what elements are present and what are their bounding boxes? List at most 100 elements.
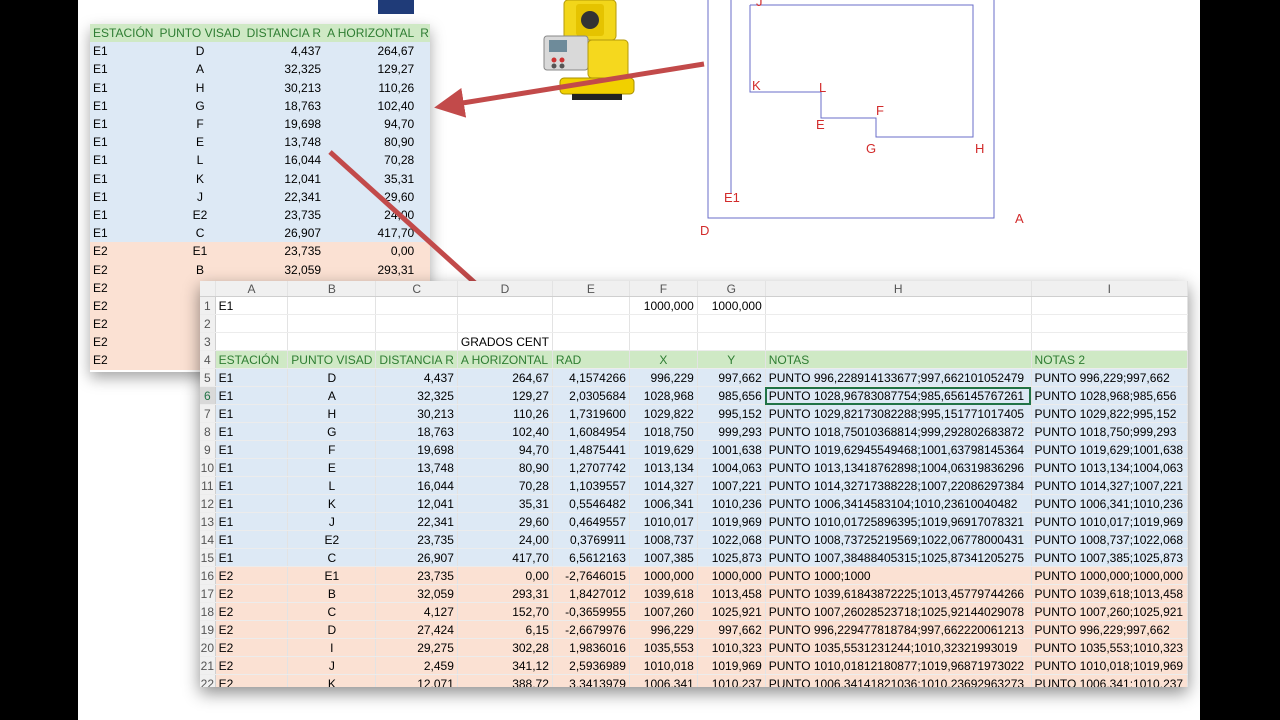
cell-c1[interactable] bbox=[375, 296, 458, 315]
cell[interactable] bbox=[552, 332, 630, 351]
cell-c[interactable]: 23,735 bbox=[375, 530, 458, 549]
cell-f[interactable]: 1007,385 bbox=[629, 548, 698, 567]
cell-g[interactable]: 1025,921 bbox=[697, 602, 766, 621]
cell-h[interactable]: PUNTO 1000;1000 bbox=[765, 566, 1032, 585]
column-header-c[interactable]: C bbox=[375, 281, 458, 297]
header-x[interactable]: X bbox=[629, 350, 698, 369]
cell-h[interactable]: PUNTO 1029,82173082288;995,151771017405 bbox=[765, 404, 1032, 423]
cell-i[interactable]: PUNTO 1008,737;1022,068 bbox=[1031, 530, 1188, 549]
cell-i1[interactable] bbox=[1031, 296, 1188, 315]
cell[interactable] bbox=[1031, 314, 1188, 333]
row-number[interactable]: 4 bbox=[200, 350, 216, 369]
cell-h[interactable]: PUNTO 1008,73725219569;1022,06778000431 bbox=[765, 530, 1032, 549]
cell-g[interactable]: 1013,458 bbox=[697, 584, 766, 603]
cell-h[interactable]: PUNTO 1013,13418762898;1004,06319836296 bbox=[765, 458, 1032, 477]
cell-e[interactable]: 0,4649557 bbox=[552, 512, 630, 531]
cell-e1[interactable] bbox=[552, 296, 630, 315]
row-number[interactable]: 18 bbox=[200, 602, 216, 621]
cell-h[interactable]: PUNTO 996,229477818784;997,662220061213 bbox=[765, 620, 1032, 639]
cell-a[interactable]: E1 bbox=[215, 512, 289, 531]
row-number[interactable]: 2 bbox=[200, 314, 216, 333]
cell-a[interactable]: E1 bbox=[215, 494, 289, 513]
row-number[interactable]: 8 bbox=[200, 422, 216, 441]
cell-c[interactable]: 12,071 bbox=[375, 674, 458, 687]
cell-f[interactable]: 996,229 bbox=[629, 620, 698, 639]
cell[interactable] bbox=[457, 314, 553, 333]
cell-i[interactable]: PUNTO 1014,327;1007,221 bbox=[1031, 476, 1188, 495]
cell-a[interactable]: E2 bbox=[215, 620, 289, 639]
cell-b[interactable]: D bbox=[287, 368, 377, 387]
cell-f1[interactable]: 1000,000 bbox=[629, 296, 698, 315]
cell-c[interactable]: 32,059 bbox=[375, 584, 458, 603]
cell-g1[interactable]: 1000,000 bbox=[697, 296, 766, 315]
cell-g[interactable]: 999,293 bbox=[697, 422, 766, 441]
cell-b[interactable]: L bbox=[287, 476, 377, 495]
cell-e[interactable]: 2,5936989 bbox=[552, 656, 630, 675]
cell-f[interactable]: 1035,553 bbox=[629, 638, 698, 657]
cell[interactable] bbox=[375, 332, 458, 351]
cell-a[interactable]: E1 bbox=[215, 422, 289, 441]
cell-g[interactable]: 995,152 bbox=[697, 404, 766, 423]
cell-b[interactable]: K bbox=[287, 674, 377, 687]
row-number[interactable]: 13 bbox=[200, 512, 216, 531]
cell[interactable] bbox=[215, 332, 289, 351]
cell-f[interactable]: 1008,737 bbox=[629, 530, 698, 549]
header-rad[interactable]: RAD bbox=[552, 350, 630, 369]
cell-d[interactable]: 302,28 bbox=[457, 638, 553, 657]
cell-e[interactable]: 1,4875441 bbox=[552, 440, 630, 459]
cell-i[interactable]: PUNTO 1006,341;1010,236 bbox=[1031, 494, 1188, 513]
cell-d[interactable]: 264,67 bbox=[457, 368, 553, 387]
cell-b[interactable]: H bbox=[287, 404, 377, 423]
row-number[interactable]: 19 bbox=[200, 620, 216, 639]
cell-b[interactable]: K bbox=[287, 494, 377, 513]
cell-d[interactable]: 70,28 bbox=[457, 476, 553, 495]
select-all-corner[interactable] bbox=[200, 281, 216, 297]
cell-i[interactable]: PUNTO 996,229;997,662 bbox=[1031, 620, 1188, 639]
cell-e[interactable]: 0,3769911 bbox=[552, 530, 630, 549]
cell-e[interactable]: 1,2707742 bbox=[552, 458, 630, 477]
cell-g[interactable]: 1019,969 bbox=[697, 512, 766, 531]
cell-d[interactable]: 35,31 bbox=[457, 494, 553, 513]
row-number[interactable]: 12 bbox=[200, 494, 216, 513]
cell-b[interactable]: B bbox=[287, 584, 377, 603]
row-number[interactable]: 7 bbox=[200, 404, 216, 423]
row-number[interactable]: 11 bbox=[200, 476, 216, 495]
cell-c[interactable]: 32,325 bbox=[375, 386, 458, 405]
cell-c[interactable]: 4,127 bbox=[375, 602, 458, 621]
header-a-horizontal[interactable]: A HORIZONTAL bbox=[457, 350, 553, 369]
cell-a1[interactable]: E1 bbox=[215, 296, 289, 315]
cell-b[interactable]: D bbox=[287, 620, 377, 639]
cell[interactable] bbox=[552, 314, 630, 333]
header-y[interactable]: Y bbox=[697, 350, 766, 369]
cell-d[interactable]: 24,00 bbox=[457, 530, 553, 549]
cell-b[interactable]: J bbox=[287, 512, 377, 531]
cell-h1[interactable] bbox=[765, 296, 1032, 315]
cell-i[interactable]: PUNTO 1010,018;1019,969 bbox=[1031, 656, 1188, 675]
cell-h[interactable]: PUNTO 1010,01812180877;1019,96871973022 bbox=[765, 656, 1032, 675]
cell-b[interactable]: J bbox=[287, 656, 377, 675]
cell-g[interactable]: 1010,236 bbox=[697, 494, 766, 513]
column-header-g[interactable]: G bbox=[697, 281, 766, 297]
header-estacion[interactable]: ESTACIÓN bbox=[215, 350, 289, 369]
cell-c[interactable]: 16,044 bbox=[375, 476, 458, 495]
cell-b[interactable]: C bbox=[287, 548, 377, 567]
cell-g[interactable]: 985,656 bbox=[697, 386, 766, 405]
cell-e[interactable]: 2,0305684 bbox=[552, 386, 630, 405]
cell-g[interactable]: 1007,221 bbox=[697, 476, 766, 495]
cell-f[interactable]: 1013,134 bbox=[629, 458, 698, 477]
cell-f[interactable]: 1029,822 bbox=[629, 404, 698, 423]
cell-c[interactable]: 22,341 bbox=[375, 512, 458, 531]
cell-a[interactable]: E1 bbox=[215, 476, 289, 495]
cell-a[interactable]: E1 bbox=[215, 386, 289, 405]
cell-h[interactable]: PUNTO 1007,38488405315;1025,87341205275 bbox=[765, 548, 1032, 567]
header-distancia[interactable]: DISTANCIA R bbox=[375, 350, 458, 369]
row-number[interactable]: 6 bbox=[200, 386, 216, 405]
cell-b[interactable]: C bbox=[287, 602, 377, 621]
cell-e[interactable]: 4,1574266 bbox=[552, 368, 630, 387]
cell-c[interactable]: 12,041 bbox=[375, 494, 458, 513]
cell-h[interactable]: PUNTO 1035,5531231244;1010,32321993019 bbox=[765, 638, 1032, 657]
cell-c[interactable]: 23,735 bbox=[375, 566, 458, 585]
cell-i[interactable]: PUNTO 996,229;997,662 bbox=[1031, 368, 1188, 387]
cell-a[interactable]: E2 bbox=[215, 674, 289, 687]
cell-i[interactable]: PUNTO 1019,629;1001,638 bbox=[1031, 440, 1188, 459]
